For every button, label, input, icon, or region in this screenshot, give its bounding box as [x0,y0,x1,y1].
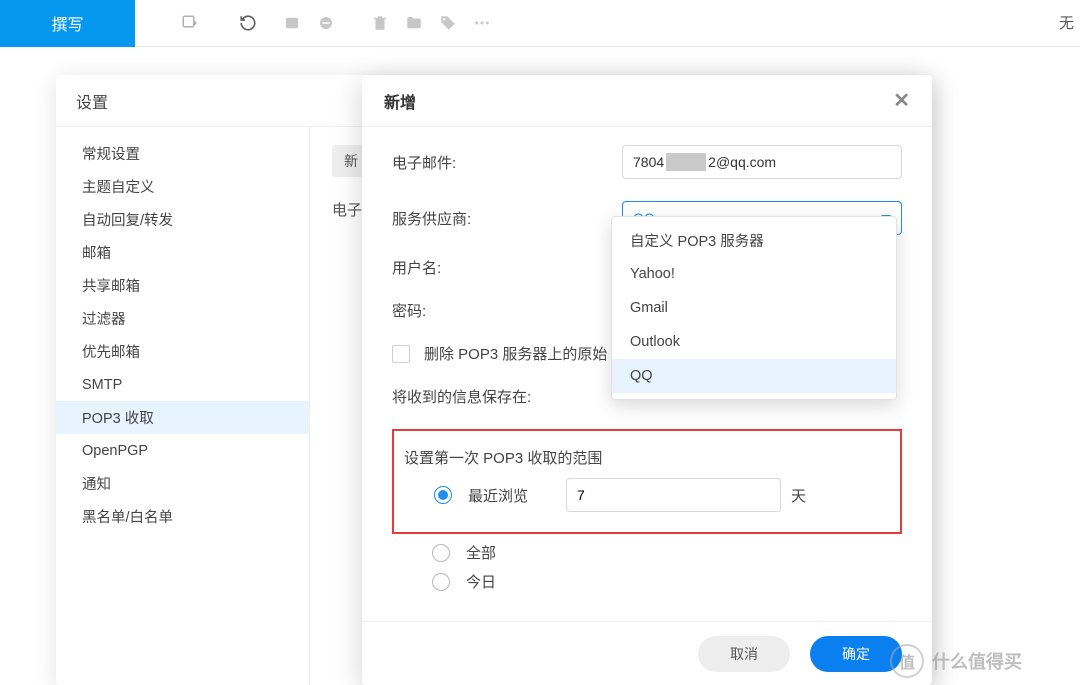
label-days-suffix: 天 [791,485,806,506]
provider-option-0[interactable]: 自定义 POP3 服务器 [612,223,896,257]
sidebar-item-4[interactable]: 共享邮箱 [56,269,309,302]
days-input[interactable] [566,478,781,512]
settings-sidebar: 常规设置主题自定义自动回复/转发邮箱共享邮箱过滤器优先邮箱SMTPPOP3 收取… [56,127,310,685]
provider-option-4[interactable]: QQ [612,359,896,393]
checkbox-dropdown-icon[interactable] [173,0,207,47]
sidebar-item-5[interactable]: 过滤器 [56,302,309,335]
label-save-to: 将收到的信息保存在: [392,386,622,407]
provider-dropdown: 自定义 POP3 服务器Yahoo!GmailOutlookQQ [611,216,897,400]
email-masked-part [666,153,706,171]
radio-recent[interactable] [434,486,452,504]
sidebar-item-10[interactable]: 通知 [56,467,309,500]
label-scope-header: 设置第一次 POP3 收取的范围 [404,447,900,468]
sidebar-item-1[interactable]: 主题自定义 [56,170,309,203]
sidebar-item-9[interactable]: OpenPGP [56,434,309,467]
email-field[interactable]: 7804 2@qq.com [622,145,902,179]
label-delete-original: 删除 POP3 服务器上的原始 [424,343,607,364]
sidebar-item-3[interactable]: 邮箱 [56,236,309,269]
compose-button[interactable]: 撰写 [0,0,135,47]
provider-option-1[interactable]: Yahoo! [612,257,896,291]
app-toolbar: 撰写 无 [0,0,1080,47]
radio-today[interactable] [432,573,450,591]
folder-move-icon[interactable] [397,0,431,47]
sidebar-item-11[interactable]: 黑名单/白名单 [56,500,309,533]
sidebar-item-6[interactable]: 优先邮箱 [56,335,309,368]
more-icon[interactable] [465,0,499,47]
sidebar-item-7[interactable]: SMTP [56,368,309,401]
spam-icon[interactable] [309,0,343,47]
label-username: 用户名: [392,257,622,278]
label-today: 今日 [466,571,496,592]
watermark-icon: 值 [890,644,924,678]
watermark: 值 什么值得买 [890,641,1080,681]
sidebar-item-2[interactable]: 自动回复/转发 [56,203,309,236]
sidebar-item-0[interactable]: 常规设置 [56,137,309,170]
provider-option-2[interactable]: Gmail [612,291,896,325]
archive-icon[interactable] [275,0,309,47]
close-icon[interactable]: ✕ [893,88,910,113]
email-value-suffix: 2@qq.com [708,154,776,170]
toolbar-right-text: 无 [1059,12,1074,33]
watermark-text: 什么值得买 [932,648,1022,674]
delete-original-checkbox[interactable] [392,345,410,363]
label-all: 全部 [466,542,496,563]
ok-button[interactable]: 确定 [810,636,902,672]
scope-highlight-box: 设置第一次 POP3 收取的范围 最近浏览 天 [392,429,902,534]
modal-title: 新增 [384,89,416,113]
label-password: 密码: [392,300,622,321]
label-provider: 服务供应商: [392,208,622,229]
email-value-prefix: 7804 [633,154,664,170]
sidebar-item-8[interactable]: POP3 收取 [56,401,309,434]
label-recent: 最近浏览 [468,485,528,506]
cancel-button[interactable]: 取消 [698,636,790,672]
radio-all[interactable] [432,544,450,562]
provider-option-3[interactable]: Outlook [612,325,896,359]
label-email: 电子邮件: [392,152,622,173]
refresh-icon[interactable] [231,0,265,47]
trash-icon[interactable] [363,0,397,47]
tag-icon[interactable] [431,0,465,47]
